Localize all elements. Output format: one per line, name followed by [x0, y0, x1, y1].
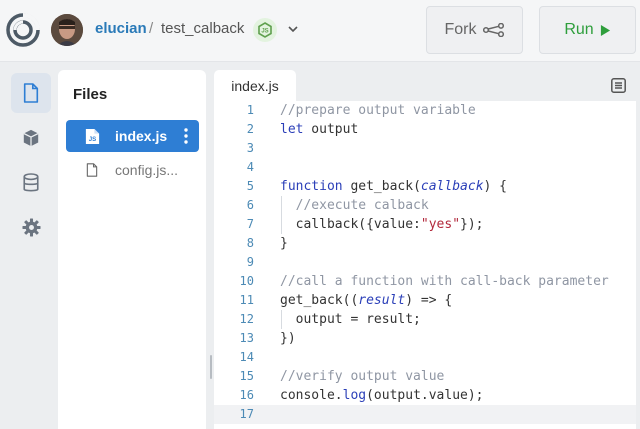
top-bar: elucian / test_calback JS Fork Run	[0, 0, 640, 62]
code-text: callback({value:"yes"});	[280, 217, 484, 232]
fork-button[interactable]: Fork	[426, 6, 523, 54]
line-number: 5	[246, 179, 254, 193]
fork-icon	[482, 23, 504, 37]
svg-text:JS: JS	[261, 29, 268, 35]
kebab-menu-icon[interactable]	[179, 127, 193, 145]
replit-logo-icon[interactable]	[6, 13, 40, 47]
fork-button-label: Fork	[444, 21, 477, 38]
run-button[interactable]: Run	[539, 6, 636, 54]
line-number: 2	[246, 122, 254, 136]
code-text: })	[280, 331, 296, 346]
cube-icon	[23, 129, 39, 147]
nodejs-icon[interactable]: JS	[253, 18, 277, 42]
line-number: 15	[239, 369, 254, 383]
code-line[interactable]: 8}	[214, 234, 636, 253]
code-text: function get_back(callback) {	[280, 179, 508, 194]
line-number: 6	[246, 198, 254, 212]
line-number: 1	[246, 103, 254, 117]
files-panel: Files JS index.js config.js...	[58, 70, 206, 429]
rail-packages-button[interactable]	[11, 118, 51, 158]
breadcrumb-project[interactable]: test_calback	[161, 20, 244, 37]
rail-settings-button[interactable]	[11, 207, 51, 247]
panel-resize-handle[interactable]	[210, 355, 212, 379]
line-number: 17	[239, 407, 254, 421]
line-number: 14	[239, 350, 254, 364]
file-item-config-js[interactable]: config.js...	[66, 154, 199, 186]
code-line[interactable]: 7 callback({value:"yes"});	[214, 215, 636, 234]
code-text: get_back((result) => {	[280, 293, 453, 308]
line-number: 12	[239, 312, 254, 326]
code-text: }	[280, 236, 288, 251]
code-line[interactable]: 14	[214, 348, 636, 367]
code-line[interactable]: 17	[214, 405, 636, 424]
play-icon	[600, 24, 610, 36]
code-line[interactable]: 4	[214, 158, 636, 177]
line-number: 16	[239, 388, 254, 402]
code-text: //prepare output variable	[280, 103, 476, 118]
code-line[interactable]: 9	[214, 253, 636, 272]
code-line[interactable]: 1 //prepare output variable	[214, 101, 636, 120]
line-number: 7	[246, 217, 254, 231]
code-line[interactable]: 15 //verify output value	[214, 367, 636, 386]
breadcrumb-username[interactable]: elucian	[95, 20, 147, 37]
breadcrumb-separator: /	[149, 20, 154, 37]
gear-icon	[21, 217, 41, 237]
rail-files-button[interactable]	[11, 73, 51, 113]
line-number: 10	[239, 274, 254, 288]
code-line[interactable]: 13})	[214, 329, 636, 348]
avatar[interactable]	[51, 14, 83, 46]
code-line[interactable]: 6 //execute calback	[214, 196, 636, 215]
file-icon	[23, 83, 39, 103]
files-panel-title: Files	[73, 86, 108, 103]
line-number: 8	[246, 236, 254, 250]
code-text: let output	[280, 122, 359, 137]
file-icon	[83, 161, 101, 179]
rail-database-button[interactable]	[11, 163, 51, 203]
editor-tab-bar: index.js	[214, 70, 636, 101]
code-text: output = result;	[280, 312, 421, 327]
line-number: 9	[246, 255, 254, 269]
tab-index-js[interactable]: index.js	[214, 70, 296, 101]
line-number: 11	[239, 293, 254, 307]
chevron-down-icon[interactable]	[287, 24, 299, 34]
file-item-label: index.js	[115, 128, 168, 144]
code-text: console.log(output.value);	[280, 388, 484, 403]
icon-rail	[0, 62, 58, 429]
editor-menu-icon[interactable]	[611, 78, 626, 93]
code-line[interactable]: 11 get_back((result) => {	[214, 291, 636, 310]
js-file-icon: JS	[83, 127, 101, 145]
code-line[interactable]: 16 console.log(output.value);	[214, 386, 636, 405]
file-item-label: config.js...	[115, 162, 179, 178]
js-badge: JS	[88, 136, 96, 143]
line-number: 13	[239, 331, 254, 345]
code-text: //execute calback	[280, 198, 429, 213]
database-icon	[23, 173, 39, 192]
file-item-index-js[interactable]: JS index.js	[66, 120, 199, 152]
line-number: 3	[246, 141, 254, 155]
run-button-label: Run	[564, 21, 594, 38]
code-line[interactable]: 2 let output	[214, 120, 636, 139]
code-text: //verify output value	[280, 369, 445, 384]
code-text: //call a function with call-back paramet…	[280, 274, 609, 289]
code-line[interactable]: 10 //call a function with call-back param…	[214, 272, 636, 291]
code-editor: index.js 1 //prepare output variable 2 let …	[214, 70, 636, 429]
code-line[interactable]: 12 output = result;	[214, 310, 636, 329]
code-line[interactable]: 5 function get_back(callback) {	[214, 177, 636, 196]
tab-label: index.js	[231, 77, 279, 94]
line-number: 4	[246, 160, 254, 174]
code-area[interactable]: 1 //prepare output variable 2 let output 3 4 5…	[214, 101, 636, 429]
code-line[interactable]: 3	[214, 139, 636, 158]
